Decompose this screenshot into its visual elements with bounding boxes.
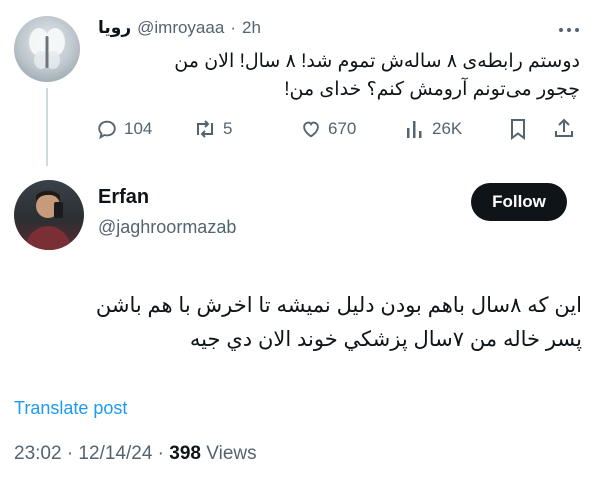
avatar-erfan[interactable] bbox=[14, 180, 84, 250]
repost-icon bbox=[197, 120, 213, 138]
quoted-tweet-text: دوستم رابطه‌ی ۸ ساله‌ش تموم شد! ۸ سال! ا… bbox=[98, 48, 580, 104]
like-action[interactable]: 670 bbox=[300, 118, 356, 140]
timestamp[interactable]: 23:02 · 12/14/24 · bbox=[14, 443, 169, 464]
tweet-meta: 23:02 · 12/14/24 · 398 Views bbox=[14, 443, 257, 465]
quoted-display-name[interactable]: رویا bbox=[98, 18, 131, 38]
reply-icon bbox=[98, 120, 116, 140]
quoted-text-line-1: دوستم رابطه‌ی ۸ ساله‌ش تموم شد! ۸ سال! ا… bbox=[174, 51, 580, 72]
views-number: 398 bbox=[169, 443, 201, 464]
thread-line bbox=[46, 88, 48, 166]
views-label: Views bbox=[200, 443, 257, 464]
quoted-time[interactable]: 2h bbox=[242, 18, 261, 38]
reply-tweet-text: اين که ۸سال باهم بودن دليل نميشه تا اخرش… bbox=[20, 289, 582, 357]
reply-text-line-2: پسر خاله من ۷سال پزشکي خوند الان دي جيه bbox=[189, 328, 582, 351]
reply-action[interactable]: 104 bbox=[96, 118, 152, 140]
share-icon[interactable] bbox=[553, 117, 575, 144]
quoted-text-line-2: چجور می‌تونم آرومش کنم؟ خدای من! bbox=[284, 79, 580, 100]
quoted-handle[interactable]: @imroyaaa bbox=[137, 18, 224, 38]
separator-dot: · bbox=[230, 18, 236, 37]
repost-count: 5 bbox=[223, 119, 233, 138]
repost-action[interactable]: 5 bbox=[193, 118, 232, 140]
views-count: 26K bbox=[432, 119, 463, 138]
quoted-tweet-header: رویا @imroyaaa · 2h bbox=[98, 18, 261, 38]
more-dots-icon[interactable] bbox=[558, 22, 580, 40]
bookmark-icon[interactable] bbox=[508, 118, 528, 145]
avatar-royaa[interactable] bbox=[14, 16, 80, 82]
reply-count: 104 bbox=[124, 119, 153, 138]
translate-post-link[interactable]: Translate post bbox=[14, 398, 127, 419]
reply-display-name[interactable]: Erfan bbox=[98, 186, 149, 209]
reply-text-line-1: اين که ۸سال باهم بودن دليل نميشه تا اخرش… bbox=[95, 294, 582, 317]
follow-button[interactable]: Follow bbox=[471, 183, 567, 221]
views-action[interactable]: 26K bbox=[404, 118, 462, 140]
butterfly-avatar-image bbox=[29, 28, 65, 69]
heart-icon bbox=[303, 121, 319, 138]
like-count: 670 bbox=[328, 119, 357, 138]
views-chart-icon bbox=[407, 121, 422, 138]
profile-photo-image bbox=[24, 190, 72, 250]
reply-handle[interactable]: @jaghroormazab bbox=[98, 217, 236, 238]
